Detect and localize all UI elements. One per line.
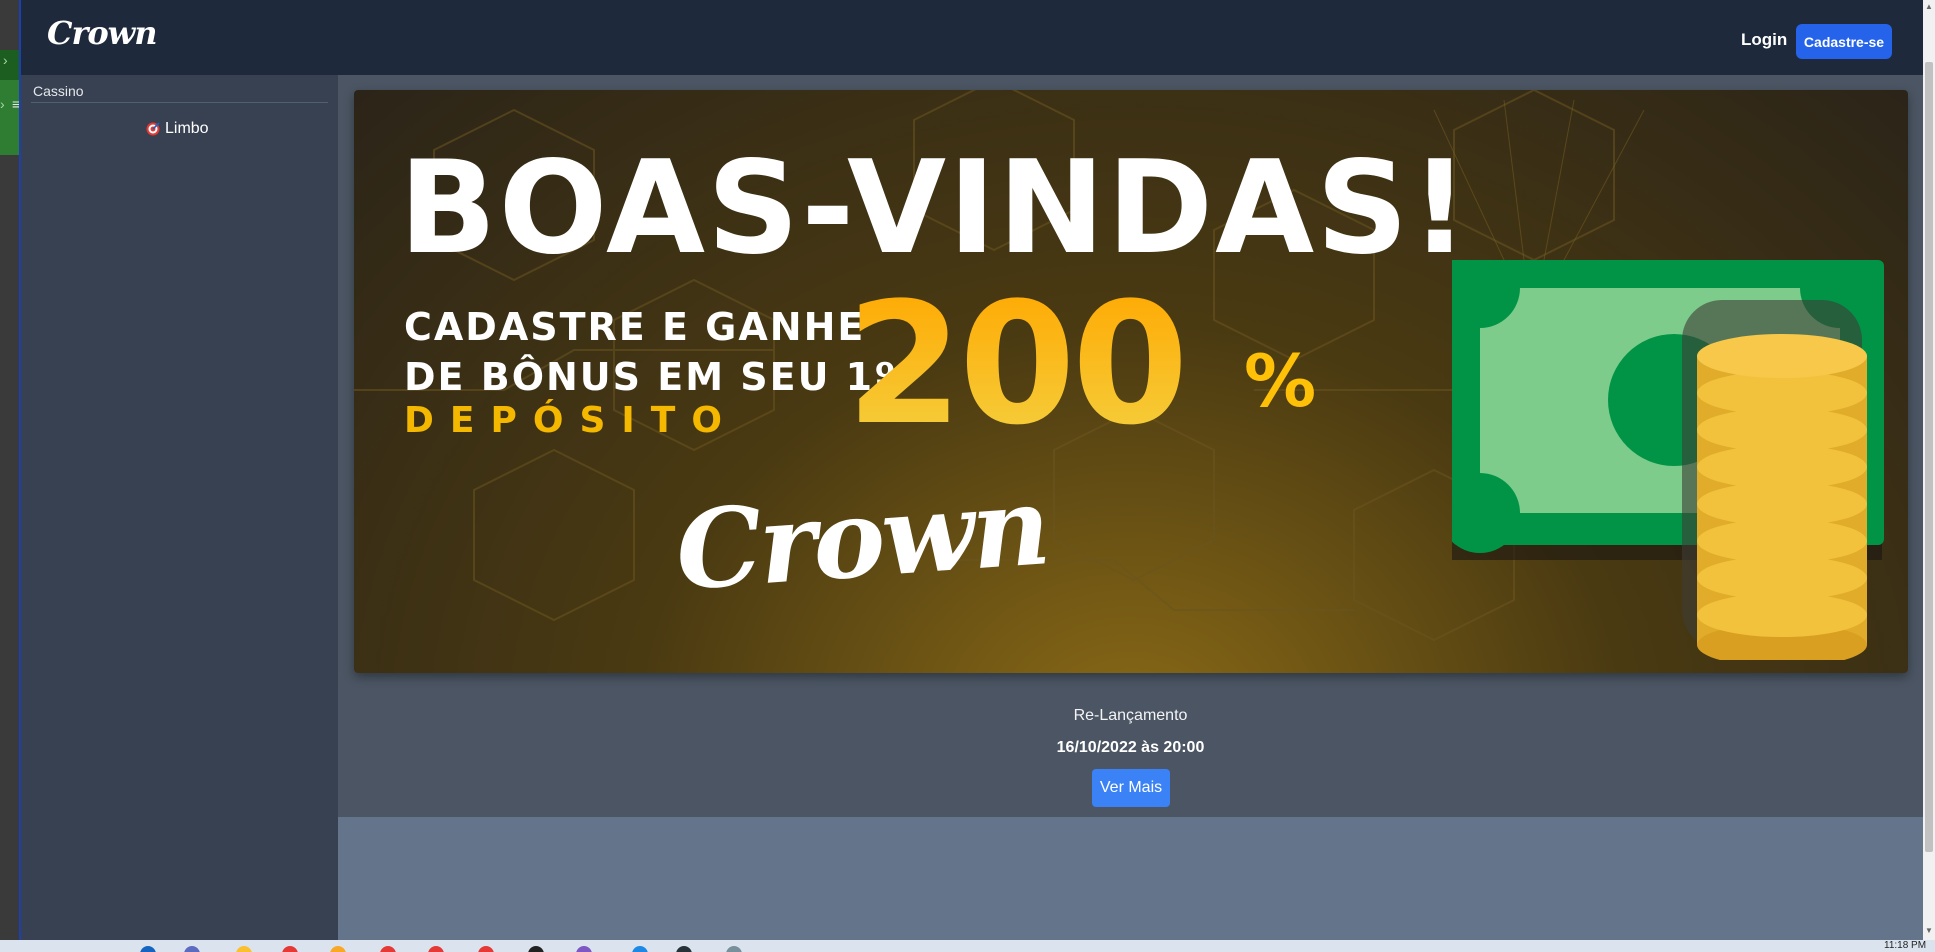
page-scrollbar[interactable]: ▲ ▼ — [1923, 0, 1935, 940]
bonus-percent: % — [1244, 339, 1317, 423]
sidebar-item-limbo[interactable]: Limbo — [146, 120, 209, 138]
scroll-down-icon[interactable]: ▼ — [1925, 926, 1933, 935]
taskbar-app-icon[interactable] — [184, 946, 200, 952]
taskbar-app-icon[interactable] — [236, 946, 252, 952]
main-content: BOAS-VINDAS! CADASTRE E GANHE DE BÔNUS E… — [338, 75, 1923, 817]
chevron-icon: › — [0, 96, 5, 112]
banner-line-1: CADASTRE E GANHE — [404, 305, 866, 349]
scroll-up-icon[interactable]: ▲ — [1925, 2, 1933, 11]
taskbar-app-icon[interactable] — [140, 946, 156, 952]
main-lower-area — [338, 817, 1923, 940]
taskbar-app-icon[interactable] — [478, 946, 494, 952]
banner-headline: BOAS-VINDAS! — [399, 134, 1471, 283]
banner-brand-logo: Crown — [672, 463, 1052, 615]
taskbar-app-icon[interactable] — [282, 946, 298, 952]
taskbar-app-icon[interactable] — [676, 946, 692, 952]
taskbar-app-icon[interactable] — [726, 946, 742, 952]
target-icon — [146, 122, 160, 136]
taskbar-app-icon[interactable] — [380, 946, 396, 952]
money-coins-illustration — [1452, 260, 1884, 660]
os-taskbar: 11:18 PM — [0, 940, 1935, 952]
relaunch-date: 16/10/2022 às 20:00 — [1056, 739, 1205, 756]
taskbar-app-icon[interactable] — [330, 946, 346, 952]
chevron-right-icon: › — [3, 52, 8, 68]
taskbar-app-icon[interactable] — [576, 946, 592, 952]
top-header: Crown Login Cadastre-se — [21, 0, 1923, 75]
banner-line-2: DE BÔNUS EM SEU 1º — [404, 355, 898, 399]
taskbar-app-icon[interactable] — [428, 946, 444, 952]
sidebar-item-label: Limbo — [165, 120, 209, 137]
login-link[interactable]: Login — [1741, 30, 1787, 50]
scrollbar-thumb[interactable] — [1925, 62, 1933, 852]
taskbar-app-icon[interactable] — [528, 946, 544, 952]
sidebar: Cassino Limbo — [21, 75, 338, 940]
adjacent-window-edge: › › ≡ — [0, 0, 21, 952]
bonus-amount: 200 — [846, 266, 1189, 462]
banner-line-3: DEPÓSITO — [404, 400, 738, 441]
taskbar-app-icon[interactable] — [632, 946, 648, 952]
sidebar-divider — [31, 102, 328, 103]
signup-button[interactable]: Cadastre-se — [1796, 24, 1892, 59]
see-more-button[interactable]: Ver Mais — [1092, 769, 1170, 807]
taskbar-clock: 11:18 PM — [1884, 940, 1927, 951]
welcome-banner[interactable]: BOAS-VINDAS! CADASTRE E GANHE DE BÔNUS E… — [354, 90, 1908, 673]
sidebar-section-title: Cassino — [33, 83, 84, 99]
relaunch-label: Re-Lançamento — [1073, 707, 1188, 724]
site-logo[interactable]: Crown — [47, 14, 157, 52]
